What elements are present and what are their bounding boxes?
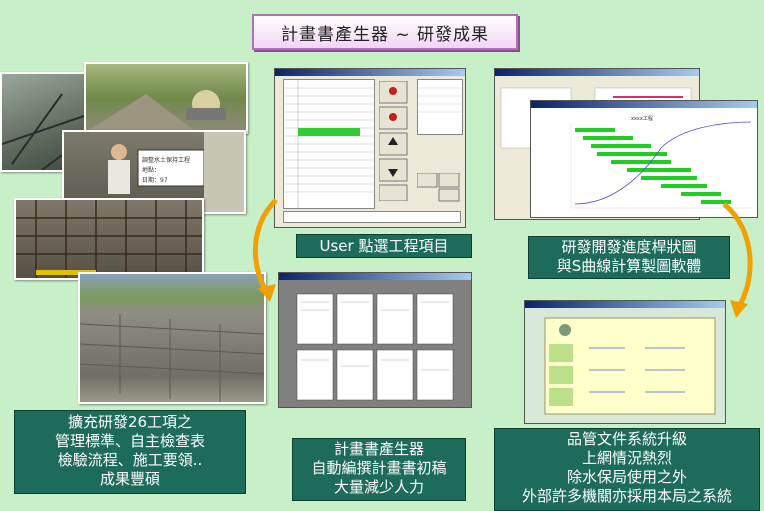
document-generator-screenshot: [278, 272, 472, 408]
page-title: 計畫書產生器 ~ 研發成果: [252, 14, 518, 50]
sign-line-3: 日期：97: [142, 176, 168, 184]
construction-photo-5: [78, 272, 266, 404]
sign-line-1: 調整水土保持工程: [142, 156, 190, 164]
sign-line-2: 地點：: [142, 166, 160, 174]
project-selection-screenshot: [274, 68, 466, 228]
arrow-left-icon: [252, 198, 278, 302]
quality-system-screenshot: [524, 300, 726, 424]
gantt-chart-title: xxxx工程: [631, 115, 653, 122]
construction-photo-2: [84, 62, 248, 134]
expand-caption: 擴充研發26工項之 管理標準、自主檢查表 檢驗流程、施工要領.. 成果豐碩: [14, 410, 246, 494]
construction-photo-4: [14, 198, 204, 280]
generator-caption: 計畫書產生器 自動編撰計畫書初稿 大量減少人力: [292, 438, 466, 501]
user-select-caption: User 點選工程項目: [296, 234, 472, 258]
quality-caption: 品管文件系統升級 上網情況熱烈 除水保局使用之外 外部許多機關亦採用本局之系統: [494, 428, 760, 511]
gantt-caption: 研發開發進度桿狀圖 與S曲線計算製圖軟體: [528, 236, 730, 279]
